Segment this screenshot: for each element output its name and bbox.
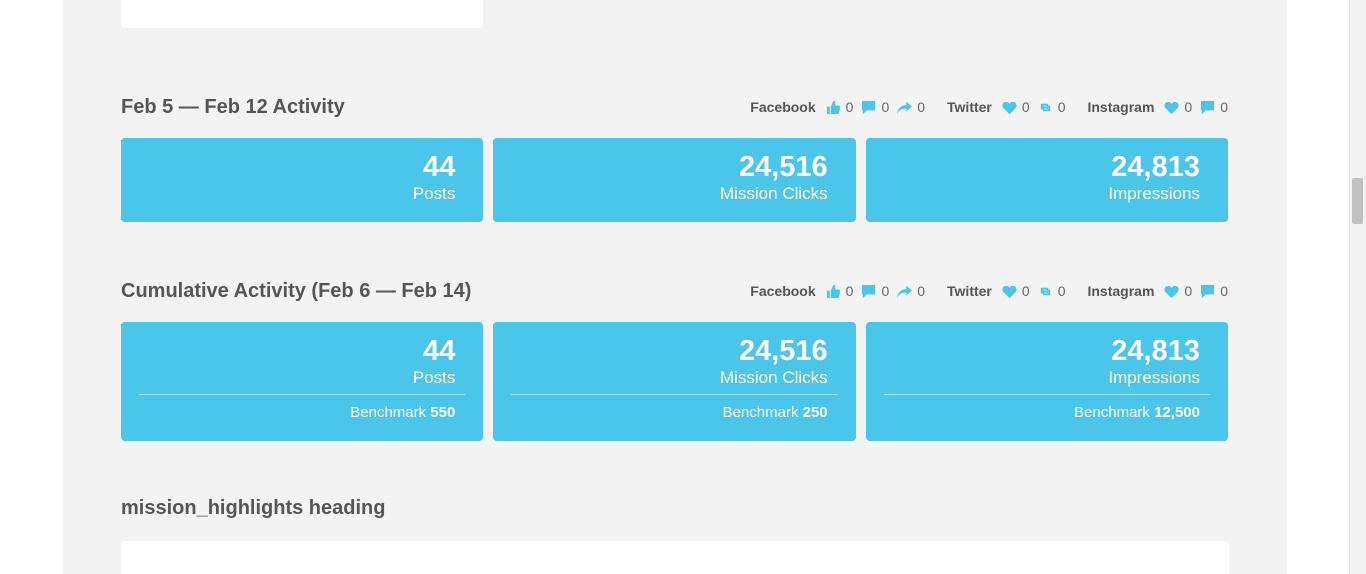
card-label: Mission Clicks bbox=[719, 184, 828, 203]
card-value: 24,516 bbox=[738, 151, 828, 183]
comment-icon bbox=[862, 284, 876, 298]
cumulative-cards: 44 Posts Benchmark 550 24,516 Mission Cl… bbox=[121, 322, 1228, 441]
retweet-icon bbox=[1040, 287, 1050, 295]
impressions-card: 24,813 Impressions bbox=[865, 138, 1228, 222]
card-value: 44 bbox=[423, 151, 456, 183]
social-stats: Facebook 0 0 0 Twitter 0 0 Instagram 0 0 bbox=[750, 283, 1228, 299]
section-title: Feb 5 — Feb 12 Activity bbox=[121, 95, 345, 118]
comment-icon bbox=[1201, 284, 1215, 298]
instagram-likes: 0 bbox=[1164, 283, 1192, 299]
posts-card: 44 Posts bbox=[121, 138, 484, 222]
facebook-shares: 0 bbox=[897, 99, 925, 115]
social-stats: Facebook 0 0 0 Twitter 0 0 Instagram 0 0 bbox=[750, 99, 1228, 115]
card-label: Posts bbox=[412, 368, 456, 387]
twitter-retweets: 0 bbox=[1038, 283, 1065, 299]
facebook-comments: 0 bbox=[861, 283, 889, 299]
comment-icon bbox=[1201, 100, 1215, 114]
twitter-likes: 0 bbox=[1002, 283, 1030, 299]
comment-icon bbox=[862, 100, 876, 114]
card-value: 24,813 bbox=[1111, 151, 1200, 183]
card-label: Impressions bbox=[1108, 184, 1200, 203]
thumbs-up-icon bbox=[826, 284, 840, 298]
card-label: Impressions bbox=[1108, 368, 1200, 387]
benchmark: Benchmark 12,500 bbox=[1074, 404, 1200, 421]
card-divider bbox=[511, 394, 838, 395]
section-title: Cumulative Activity (Feb 6 — Feb 14) bbox=[121, 279, 472, 302]
facebook-likes: 0 bbox=[826, 283, 853, 299]
facebook-shares: 0 bbox=[897, 283, 925, 299]
card-divider bbox=[883, 394, 1210, 395]
card-label: Posts bbox=[412, 184, 456, 203]
card-value: 24,516 bbox=[738, 335, 828, 367]
twitter-label: Twitter bbox=[947, 99, 992, 115]
facebook-label: Facebook bbox=[750, 283, 816, 299]
retweet-icon bbox=[1040, 103, 1050, 111]
card-divider bbox=[139, 394, 466, 395]
card-value: 24,813 bbox=[1111, 335, 1200, 367]
scrollbar[interactable] bbox=[1349, 0, 1366, 574]
activity-cards: 44 Posts 24,516 Mission Clicks 24,813 Im… bbox=[121, 138, 1228, 222]
card-label: Mission Clicks bbox=[719, 368, 828, 387]
share-icon bbox=[897, 285, 913, 298]
facebook-label: Facebook bbox=[750, 99, 816, 115]
scrollbar-thumb[interactable] bbox=[1352, 178, 1363, 224]
previous-card bbox=[121, 0, 483, 28]
twitter-likes: 0 bbox=[1002, 99, 1030, 115]
card-value: 44 bbox=[423, 335, 456, 367]
twitter-label: Twitter bbox=[947, 283, 992, 299]
benchmark: Benchmark 250 bbox=[722, 404, 828, 421]
instagram-likes: 0 bbox=[1164, 99, 1192, 115]
impressions-card: 24,813 Impressions Benchmark 12,500 bbox=[865, 322, 1228, 441]
mission-clicks-card: 24,516 Mission Clicks Benchmark 250 bbox=[493, 322, 856, 441]
highlights-card bbox=[121, 541, 1229, 574]
instagram-comments: 0 bbox=[1200, 99, 1228, 115]
posts-card: 44 Posts Benchmark 550 bbox=[121, 322, 484, 441]
benchmark: Benchmark 550 bbox=[350, 404, 456, 421]
heart-icon bbox=[1002, 285, 1017, 298]
mission-highlights-heading: mission_highlights heading bbox=[121, 497, 386, 519]
instagram-label: Instagram bbox=[1087, 99, 1155, 115]
facebook-likes: 0 bbox=[826, 99, 853, 115]
facebook-comments: 0 bbox=[861, 99, 889, 115]
instagram-comments: 0 bbox=[1200, 283, 1228, 299]
activity-section-header: Feb 5 — Feb 12 Activity Facebook 0 0 0 T… bbox=[121, 93, 1228, 121]
cumulative-section-header: Cumulative Activity (Feb 6 — Feb 14) Fac… bbox=[121, 277, 1228, 305]
mission-clicks-card: 24,516 Mission Clicks bbox=[493, 138, 856, 222]
share-icon bbox=[897, 101, 913, 114]
thumbs-up-icon bbox=[826, 100, 840, 114]
heart-icon bbox=[1164, 285, 1179, 298]
heart-icon bbox=[1164, 101, 1179, 114]
twitter-retweets: 0 bbox=[1038, 99, 1065, 115]
instagram-label: Instagram bbox=[1087, 283, 1155, 299]
heart-icon bbox=[1002, 101, 1017, 114]
